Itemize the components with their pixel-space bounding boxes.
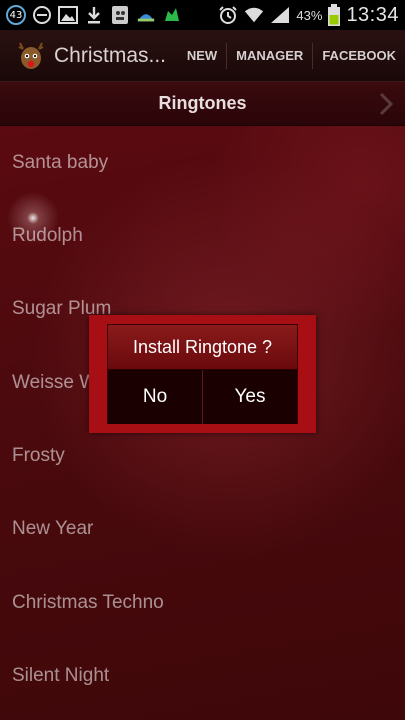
clock: 13:34: [346, 3, 399, 26]
yes-button[interactable]: Yes: [202, 370, 297, 424]
no-button[interactable]: No: [108, 370, 202, 424]
image-icon: [58, 5, 78, 25]
action-items: NEW MANAGER FACEBOOK: [178, 30, 405, 81]
battery-icon: [328, 4, 341, 26]
facebook-action[interactable]: FACEBOOK: [312, 42, 405, 69]
reindeer-logo-icon[interactable]: [14, 39, 48, 73]
dialog-title-bar: Install Ringtone ?: [108, 325, 297, 370]
list-item-label: Silent Night: [12, 664, 110, 686]
list-item-label: Frosty: [12, 444, 65, 466]
wifi-icon: [244, 5, 264, 25]
section-title: Ringtones: [158, 93, 247, 113]
dialog-title: Install Ringtone ?: [132, 336, 273, 357]
list-item[interactable]: Rudolph: [0, 199, 405, 272]
list-item-label: Christmas Techno: [12, 591, 164, 613]
app-notification-icon: [110, 5, 130, 25]
list-item[interactable]: Santa baby: [0, 126, 405, 199]
weather-icon: [136, 5, 156, 25]
list-item-label: Rudolph: [12, 224, 83, 246]
dialog-buttons: No Yes: [108, 370, 297, 424]
android-notification-icon: [162, 5, 182, 25]
new-action[interactable]: NEW: [178, 43, 226, 69]
app-title: Christmas...: [54, 43, 167, 67]
status-bar-right: 43% 13:34: [218, 4, 399, 27]
chevron-right-icon[interactable]: [377, 92, 395, 116]
list-item-label: Weisse W: [12, 371, 98, 393]
battery-percentage: 43%: [296, 7, 323, 23]
status-bar-left: 43: [6, 5, 182, 25]
section-header: Ringtones: [0, 82, 405, 126]
signal-icon: [270, 5, 290, 25]
download-icon: [84, 5, 104, 25]
list-item-label: New Year: [12, 517, 94, 539]
list-item[interactable]: New Year: [0, 492, 405, 565]
do-not-disturb-icon: [32, 5, 52, 25]
manager-action[interactable]: MANAGER: [226, 42, 312, 69]
dialog-body: Install Ringtone ? No Yes: [107, 324, 298, 424]
status-bar: 43 43% 13:34: [0, 0, 405, 30]
install-ringtone-dialog: Install Ringtone ? No Yes: [89, 315, 316, 433]
list-item[interactable]: Silent Night: [0, 639, 405, 712]
alarm-icon: [218, 5, 238, 25]
action-bar: Christmas... NEW MANAGER FACEBOOK: [0, 30, 405, 82]
list-item[interactable]: Christmas Techno: [0, 566, 405, 639]
list-item-label: Santa baby: [12, 151, 109, 173]
notification-count-badge: 43: [6, 5, 26, 25]
